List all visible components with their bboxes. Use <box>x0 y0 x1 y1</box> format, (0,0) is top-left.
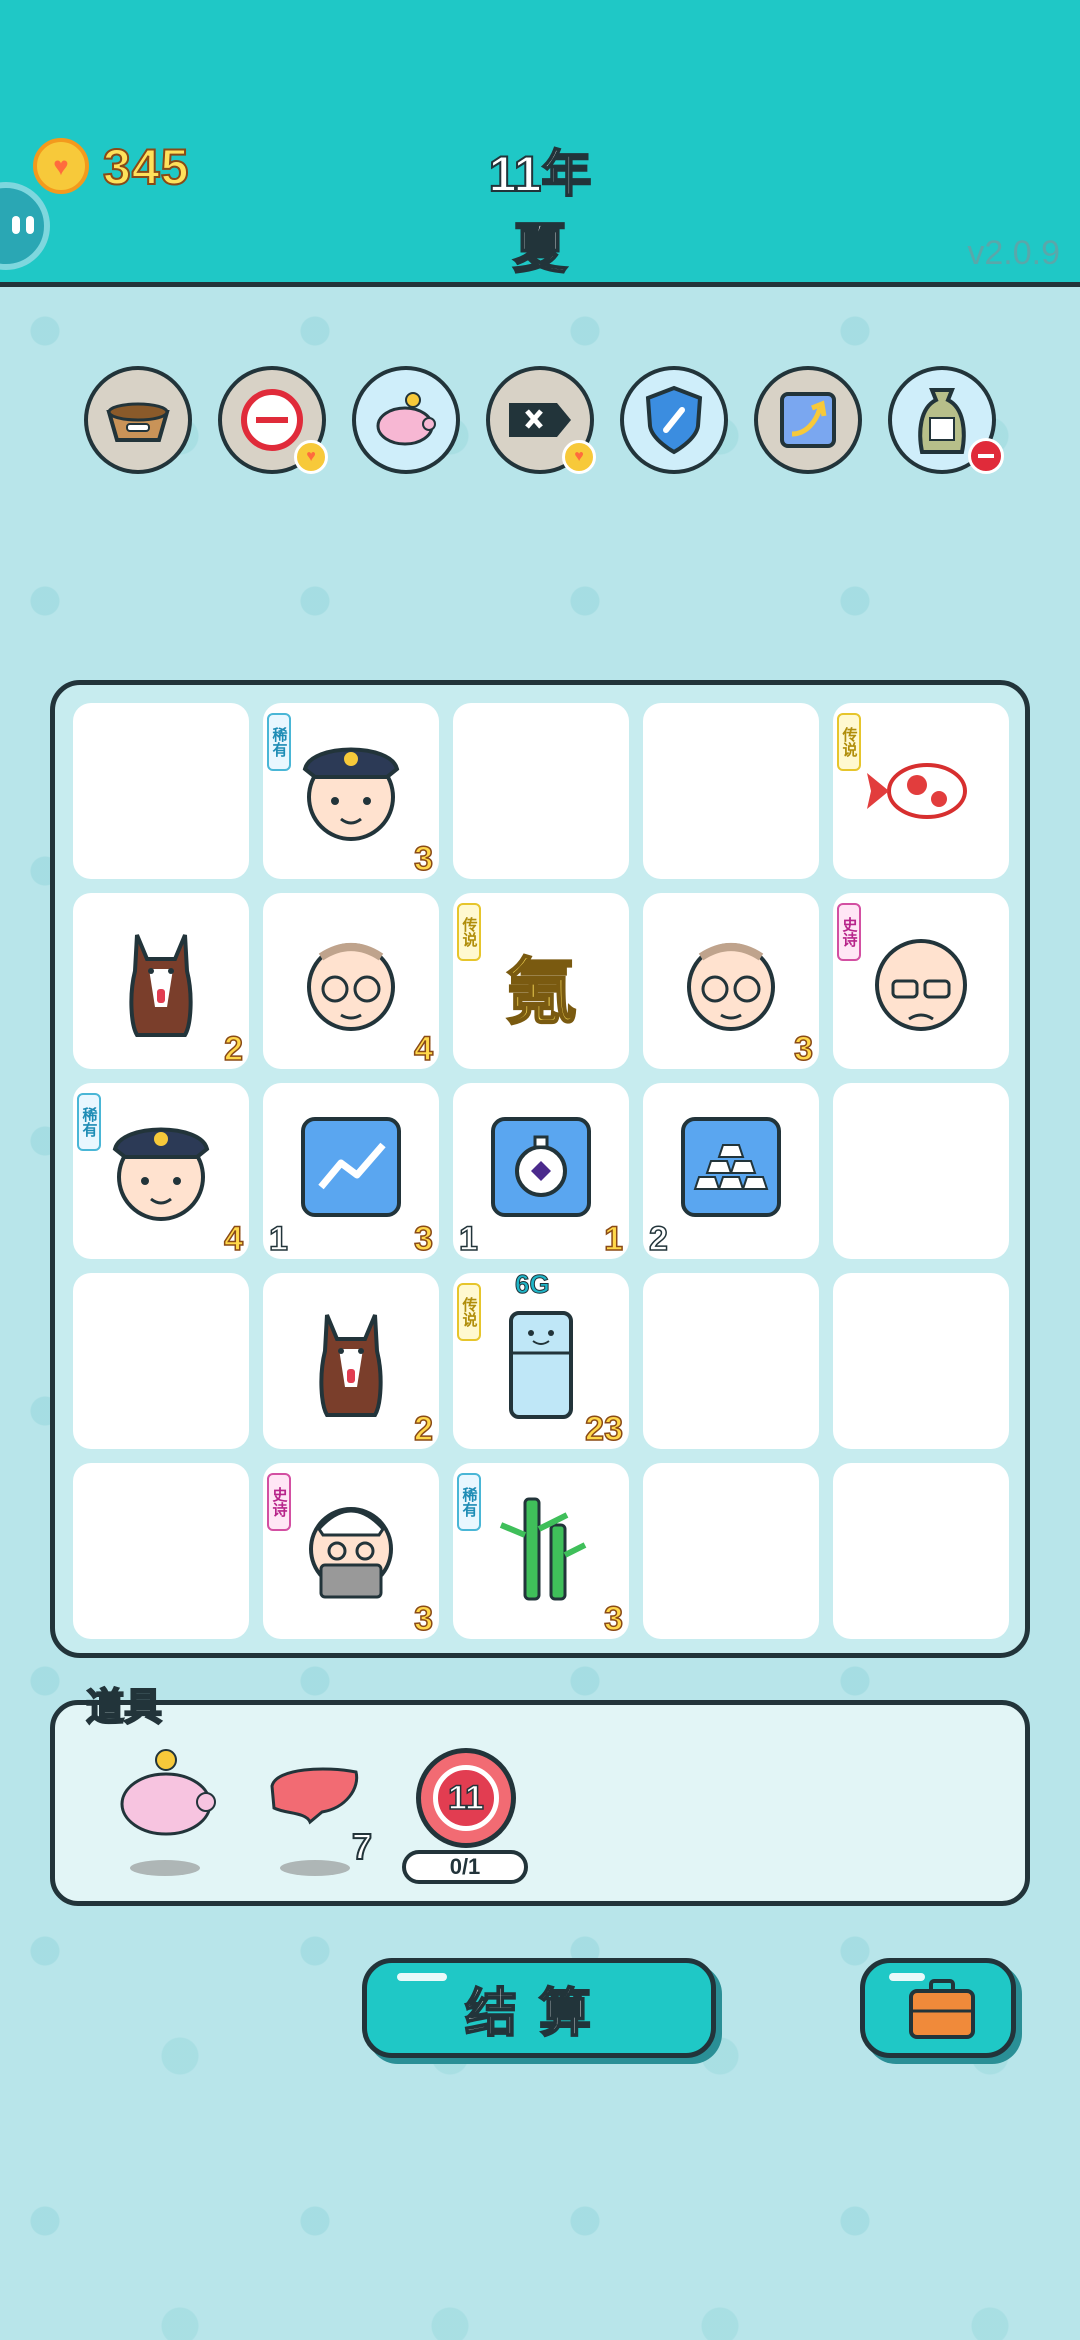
pet-food-bowl-icon[interactable] <box>84 366 192 474</box>
coin-badge-icon: ♥ <box>294 440 328 474</box>
symbol-count: 23 <box>584 1409 623 1449</box>
board-cell[interactable]: 传说 6G 23 <box>453 1269 629 1449</box>
side-menu-avatar-icon[interactable] <box>0 182 50 270</box>
6g-tag: 6G <box>515 1269 551 1300</box>
briefcase-icon <box>909 1979 975 2039</box>
trend-chart-card-icon <box>291 1105 411 1235</box>
old-man-glasses-icon <box>671 915 791 1045</box>
coin-badge-icon: ♥ <box>562 440 596 474</box>
symbol-board: 稀有 3 传说 2 4 传说 氪 3 史诗 稀有 4 1 3 1 1 2 2 传… <box>50 680 1030 1658</box>
delete-tag-icon[interactable]: ♥ <box>486 366 596 474</box>
symbol-left-count: 1 <box>458 1219 478 1259</box>
symbol-count: 1 <box>603 1219 623 1259</box>
symbol-count: 4 <box>413 1029 433 1069</box>
board-cell[interactable] <box>643 1273 819 1449</box>
liver-icon[interactable] <box>266 1762 362 1832</box>
board-cell[interactable]: 史诗 <box>833 893 1009 1069</box>
board-cell[interactable]: 3 <box>643 893 819 1069</box>
upgrade-arrow-card-icon[interactable] <box>754 366 862 474</box>
settle-button-label: 结算 <box>464 1984 613 2044</box>
symbol-count: 4 <box>223 1219 243 1259</box>
settle-button[interactable]: 结算 <box>362 1958 716 2058</box>
rarity-tag: 传说 <box>457 1283 481 1341</box>
item-shadow <box>280 1860 350 1876</box>
board-cell[interactable] <box>833 1273 1009 1449</box>
item-progress: 0/1 <box>402 1850 528 1884</box>
year-label: 11年 <box>488 145 593 203</box>
board-cell[interactable]: 稀有 4 <box>73 1083 249 1259</box>
board-cell[interactable] <box>833 1083 1009 1259</box>
board-cell[interactable] <box>73 1463 249 1639</box>
police-officer-icon <box>291 725 411 855</box>
board-cell[interactable] <box>833 1463 1009 1639</box>
remove-circle-icon[interactable]: ♥ <box>218 366 328 474</box>
rarity-tag: 稀有 <box>457 1473 481 1531</box>
symbol-count: 3 <box>413 839 433 879</box>
board-cell[interactable]: 稀有 3 <box>263 703 439 879</box>
season-label: 夏 <box>512 218 568 280</box>
piggy-bank-icon[interactable] <box>110 1748 220 1838</box>
version-label: v2.0.9 <box>967 234 1060 272</box>
bamboo-icon <box>481 1485 601 1615</box>
remove-badge-icon[interactable] <box>968 438 1004 474</box>
symbol-count: 2 <box>413 1409 433 1449</box>
coin-icon: ♥ <box>33 138 89 194</box>
board-cell[interactable]: 2 <box>263 1273 439 1449</box>
rarity-tag: 史诗 <box>837 903 861 961</box>
6g-tag-text: 6G <box>515 1269 551 1300</box>
board-cell[interactable] <box>453 703 629 879</box>
board-cell[interactable]: 2 <box>73 893 249 1069</box>
board-cell[interactable]: 4 <box>263 893 439 1069</box>
bald-old-man-icon <box>861 915 981 1045</box>
board-cell[interactable]: 1 3 <box>263 1083 439 1259</box>
top-bar: ♥ 345 11年 夏 v2.0.9 <box>0 0 1080 287</box>
board-cell[interactable]: 史诗 3 <box>263 1463 439 1639</box>
board-cell[interactable] <box>73 1273 249 1449</box>
board-cell[interactable] <box>73 703 249 879</box>
board-cell[interactable]: 2 <box>643 1083 819 1259</box>
husky-dog-icon <box>101 915 221 1045</box>
money-bag-icon[interactable] <box>888 366 1004 474</box>
button-shine <box>397 1973 447 1981</box>
krypton-character: 氪 <box>504 952 578 1034</box>
board-cell[interactable]: 1 1 <box>453 1083 629 1259</box>
item-shadow <box>130 1860 200 1876</box>
rarity-tag: 稀有 <box>267 713 291 771</box>
items-title: 道具 <box>85 1686 163 1730</box>
refrigerator-icon <box>481 1303 601 1433</box>
rarity-tag: 史诗 <box>267 1473 291 1531</box>
symbol-count: 3 <box>413 1599 433 1639</box>
item-count: 7 <box>351 1825 373 1868</box>
police-officer-icon <box>101 1105 221 1235</box>
symbol-left-count: 1 <box>268 1219 288 1259</box>
koi-fish-icon <box>861 725 981 855</box>
briefcase-button[interactable] <box>860 1958 1016 2058</box>
board-cell[interactable] <box>643 1463 819 1639</box>
board-cell[interactable]: 稀有 3 <box>453 1463 629 1639</box>
shield-wrench-icon[interactable] <box>620 366 728 474</box>
symbol-left-count: 2 <box>648 1219 668 1259</box>
target-badge-number: 11 <box>433 1765 499 1831</box>
husky-dog-icon <box>291 1295 411 1425</box>
symbol-count: 3 <box>793 1029 813 1069</box>
rarity-tag: 稀有 <box>77 1093 101 1151</box>
board-cell[interactable]: 传说 氪 <box>453 893 629 1069</box>
board-cell[interactable] <box>643 703 819 879</box>
stopwatch-card-icon <box>481 1105 601 1235</box>
piggy-bank-icon[interactable] <box>352 366 460 474</box>
symbol-count: 2 <box>223 1029 243 1069</box>
coin-amount: 345 <box>102 138 190 196</box>
target-badge-icon[interactable]: 11 <box>416 1748 516 1848</box>
old-man-glasses-icon <box>291 915 411 1045</box>
gold-bars-card-icon <box>671 1105 791 1235</box>
rarity-tag: 传说 <box>837 713 861 771</box>
symbol-count: 3 <box>603 1599 623 1639</box>
board-cell[interactable]: 传说 <box>833 703 1009 879</box>
symbol-count: 3 <box>413 1219 433 1259</box>
bearded-old-man-icon <box>291 1485 411 1615</box>
